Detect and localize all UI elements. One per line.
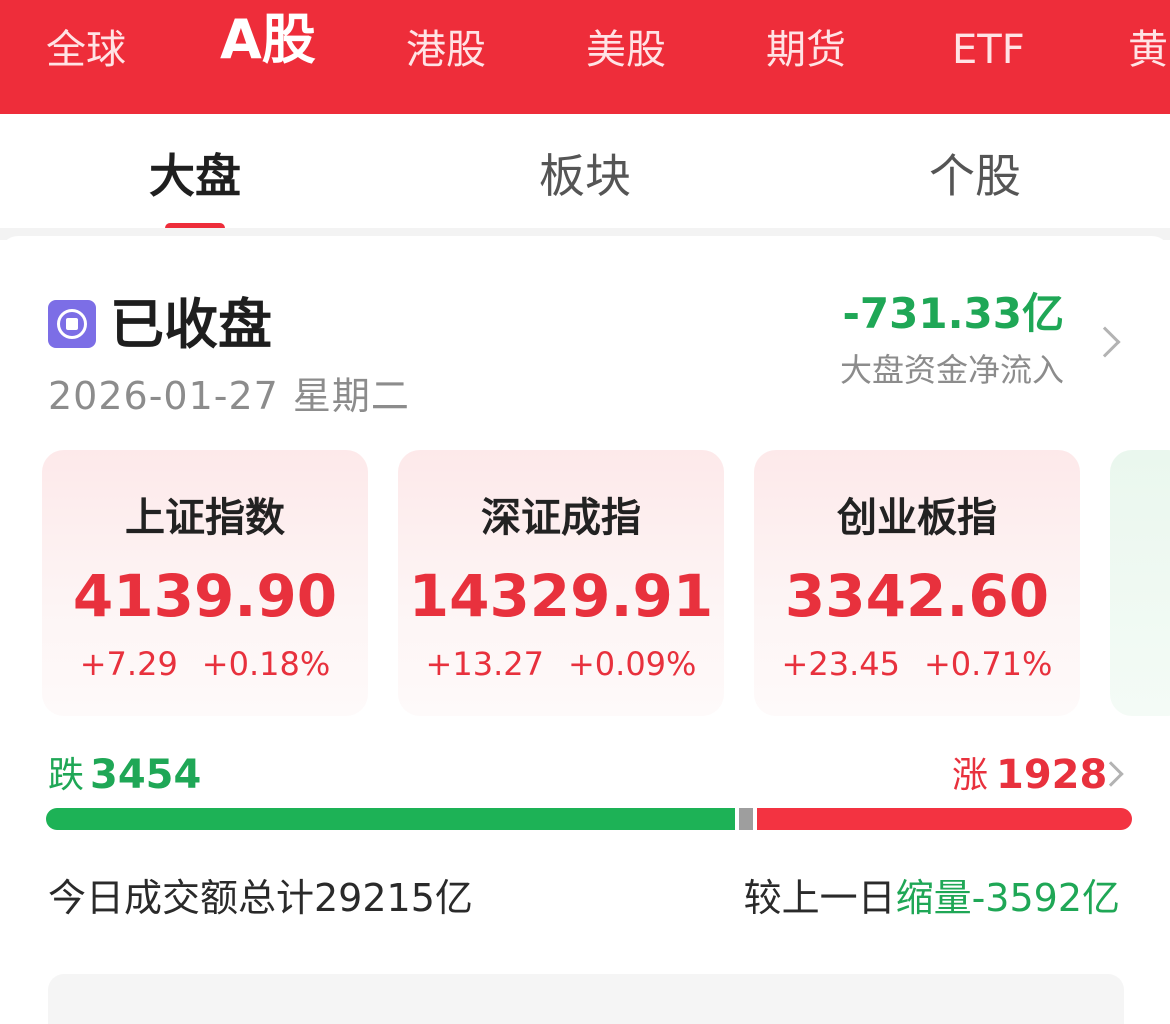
index-change-value: +23.45 [781, 645, 900, 683]
advancers-label[interactable]: 涨 [952, 752, 988, 800]
compare-prefix: 较上一日 [743, 876, 896, 920]
index-name: 上证指数 [125, 495, 285, 541]
market-tab-gold[interactable]: 黄 [1128, 24, 1168, 76]
turnover-compare: 较上一日缩量-3592亿 [744, 872, 1120, 924]
tab-sectors[interactable]: 板块 [485, 146, 685, 206]
market-status: 已收盘 [110, 293, 272, 356]
advancers-segment [757, 808, 1132, 830]
market-tab-bar: 全球 A股 港股 美股 期货 ETF 黄 [0, 0, 1170, 114]
index-price: 4139.90 [72, 562, 338, 630]
unchanged-segment [739, 808, 753, 830]
market-tab-a-shares[interactable]: A股 [220, 13, 316, 67]
index-card-next-partial[interactable] [1110, 450, 1170, 716]
fund-flow-value[interactable]: -731.33亿 [842, 288, 1064, 340]
market-tab-hk[interactable]: 港股 [406, 24, 486, 76]
index-change-value: +7.29 [79, 645, 178, 683]
index-change-value: +13.27 [425, 645, 544, 683]
market-tab-us[interactable]: 美股 [586, 24, 666, 76]
index-change: +23.45 +0.71% [754, 642, 1080, 686]
decliners-segment [46, 808, 735, 830]
decliners-label: 跌 [48, 755, 85, 796]
index-name: 深证成指 [481, 495, 641, 541]
index-price: 14329.91 [408, 562, 714, 630]
index-change: +13.27 +0.09% [398, 642, 724, 686]
tab-stocks[interactable]: 个股 [875, 146, 1075, 206]
index-card-shenzhen[interactable]: 深证成指 14329.91 +13.27 +0.09% [398, 450, 724, 716]
index-change-pct: +0.71% [923, 645, 1053, 683]
turnover-total: 今日成交额总计29215亿 [48, 876, 473, 920]
advance-decline-bar [46, 808, 1132, 830]
index-card-chinext[interactable]: 创业板指 3342.60 +23.45 +0.71% [754, 450, 1080, 716]
market-tab-etf[interactable]: ETF [952, 24, 1025, 76]
index-change-pct: +0.18% [201, 645, 331, 683]
date-value: 2026-01-27 [48, 374, 279, 418]
next-section-panel [48, 974, 1124, 1024]
trade-date: 2026-01-27 星期二 [48, 372, 410, 420]
index-card-shanghai[interactable]: 上证指数 4139.90 +7.29 +0.18% [42, 450, 368, 716]
weekday: 星期二 [292, 374, 410, 418]
index-price: 3342.60 [784, 562, 1050, 630]
fund-flow-label[interactable]: 大盘资金净流入 [840, 348, 1064, 392]
index-name: 创业板指 [837, 495, 997, 541]
tab-market-overview[interactable]: 大盘 [95, 146, 295, 206]
decliners-count: 3454 [90, 752, 202, 798]
index-change: +7.29 +0.18% [42, 642, 368, 686]
market-tab-futures[interactable]: 期货 [766, 24, 846, 76]
market-tab-global[interactable]: 全球 [46, 24, 126, 76]
compare-value: 缩量-3592亿 [895, 876, 1120, 920]
index-change-pct: +0.09% [567, 645, 697, 683]
advancers-count[interactable]: 1928 [996, 750, 1107, 800]
market-closed-icon [48, 300, 96, 348]
